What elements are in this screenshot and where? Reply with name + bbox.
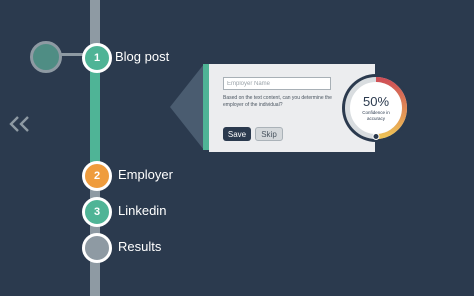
step-3-label[interactable]: Linkedin <box>118 203 166 218</box>
step-1-label[interactable]: Blog post <box>115 49 169 64</box>
callout-pointer <box>170 64 204 150</box>
skip-button[interactable]: Skip <box>255 127 283 141</box>
confidence-value: 50% <box>362 94 390 109</box>
save-button[interactable]: Save <box>223 127 251 141</box>
step-4-label[interactable]: Results <box>118 239 161 254</box>
confidence-label: Confidence in accuracy <box>362 110 390 121</box>
confidence-gauge-knob <box>372 133 380 140</box>
employer-question: Based on the text content, can you deter… <box>223 95 332 108</box>
step-4-node[interactable] <box>82 233 112 263</box>
step-2-node[interactable]: 2 <box>82 161 112 191</box>
employer-name-input[interactable] <box>223 77 331 90</box>
step-2-label[interactable]: Employer <box>118 167 173 182</box>
progress-track-active <box>90 56 100 176</box>
avatar[interactable] <box>30 41 62 73</box>
double-chevron-left-icon[interactable] <box>8 116 32 132</box>
step-1-node[interactable]: 1 <box>82 43 112 73</box>
step-3-node[interactable]: 3 <box>82 197 112 227</box>
